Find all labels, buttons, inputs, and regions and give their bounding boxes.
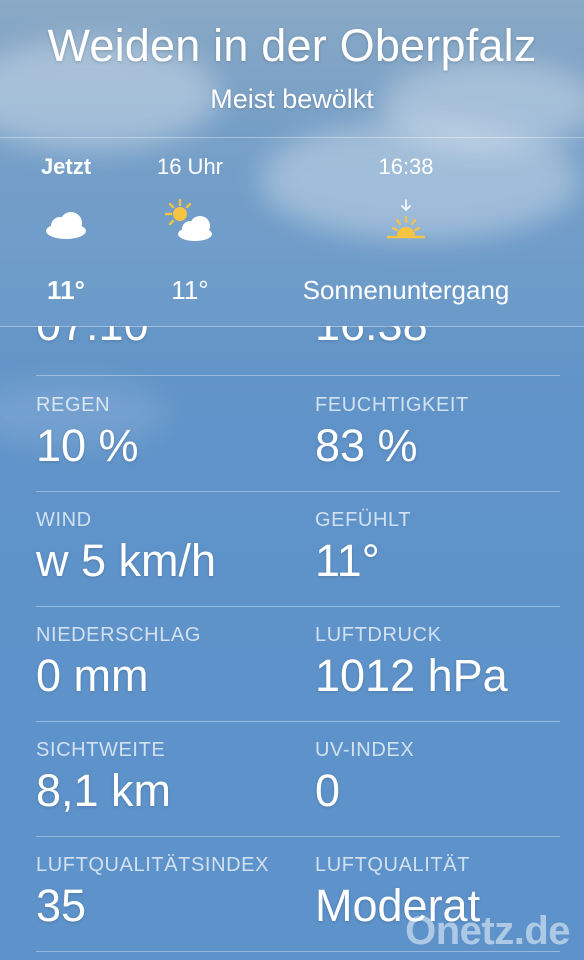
detail-uv-index: UV-INDEX 0 [315,721,560,836]
hourly-forecast[interactable]: Jetzt 11° 16 Uhr 11° 16:38 Sonnenunterga… [0,137,584,327]
detail-sunset: 16:38 [315,326,560,375]
detail-value: 11° [315,535,380,586]
detail-label: LUFTQUALITÄT [315,854,470,876]
detail-label: WIND [36,509,92,531]
detail-label: FEUCHTIGKEIT [315,394,469,416]
detail-label: GEFÜHLT [315,509,412,531]
detail-value: 16:38 [315,326,428,351]
hour-time: 16 Uhr [156,154,224,179]
detail-value: 8,1 km [36,765,172,816]
hour-item-sunset: 16:38 Sonnenuntergang [276,138,536,326]
hour-time: Jetzt [40,154,92,179]
detail-humidity: FEUCHTIGKEIT 83 % [315,376,560,491]
detail-value: 10 % [36,420,139,471]
detail-value: 07:10 [36,326,149,351]
weather-details[interactable]: 07:10 16:38 REGEN 10 % FEUCHTIGKEIT 83 %… [0,326,584,960]
detail-value: 1012 hPa [315,650,508,701]
detail-label: LUFTDRUCK [315,624,442,646]
detail-sunrise: 07:10 [36,326,315,375]
detail-row: REGEN 10 % FEUCHTIGKEIT 83 % [36,376,560,492]
detail-row: WIND w 5 km/h GEFÜHLT 11° [36,491,560,607]
detail-value: 0 [315,765,341,816]
weather-condition: Meist bewölkt [210,84,374,114]
detail-value: w 5 km/h [36,535,217,586]
detail-label: LUFTQUALITÄTSINDEX [36,854,270,876]
cloud-icon [46,212,86,239]
sun-cloud-icon [164,198,212,241]
hour-item-now: Jetzt 11° [26,138,106,326]
detail-precipitation: NIEDERSCHLAG 0 mm [36,606,315,721]
detail-row: SICHTWEITE 8,1 km UV-INDEX 0 [36,721,560,837]
detail-wind: WIND w 5 km/h [36,491,315,606]
detail-row: NIEDERSCHLAG 0 mm LUFTDRUCK 1012 hPa [36,606,560,722]
hour-temp: Sonnenuntergang [302,275,510,305]
detail-value: 0 mm [36,650,149,701]
detail-value: 35 [36,880,87,931]
detail-visibility: SICHTWEITE 8,1 km [36,721,315,836]
detail-rain: REGEN 10 % [36,376,315,491]
detail-label: REGEN [36,394,111,416]
hour-temp: 11° [171,275,209,305]
detail-label: NIEDERSCHLAG [36,624,202,646]
detail-label: UV-INDEX [315,739,415,761]
hour-time: 16:38 [378,154,434,179]
city-name: Weiden in der Oberpfalz [47,20,537,71]
detail-air-quality-index: LUFTQUALITÄTSINDEX 35 [36,836,315,951]
hour-temp: 11° [47,275,85,305]
detail-label: SICHTWEITE [36,739,166,761]
location-header: Weiden in der Oberpfalz Meist bewölkt [0,0,584,137]
hour-item-16: 16 Uhr 11° [140,138,240,326]
detail-feels-like: GEFÜHLT 11° [315,491,560,606]
watermark-logo: Onetz.de [405,909,570,953]
detail-pressure: LUFTDRUCK 1012 hPa [315,606,560,721]
detail-value: 83 % [315,420,418,471]
sunset-icon [386,199,426,239]
detail-row-sunrise-sunset: 07:10 16:38 [36,326,560,376]
